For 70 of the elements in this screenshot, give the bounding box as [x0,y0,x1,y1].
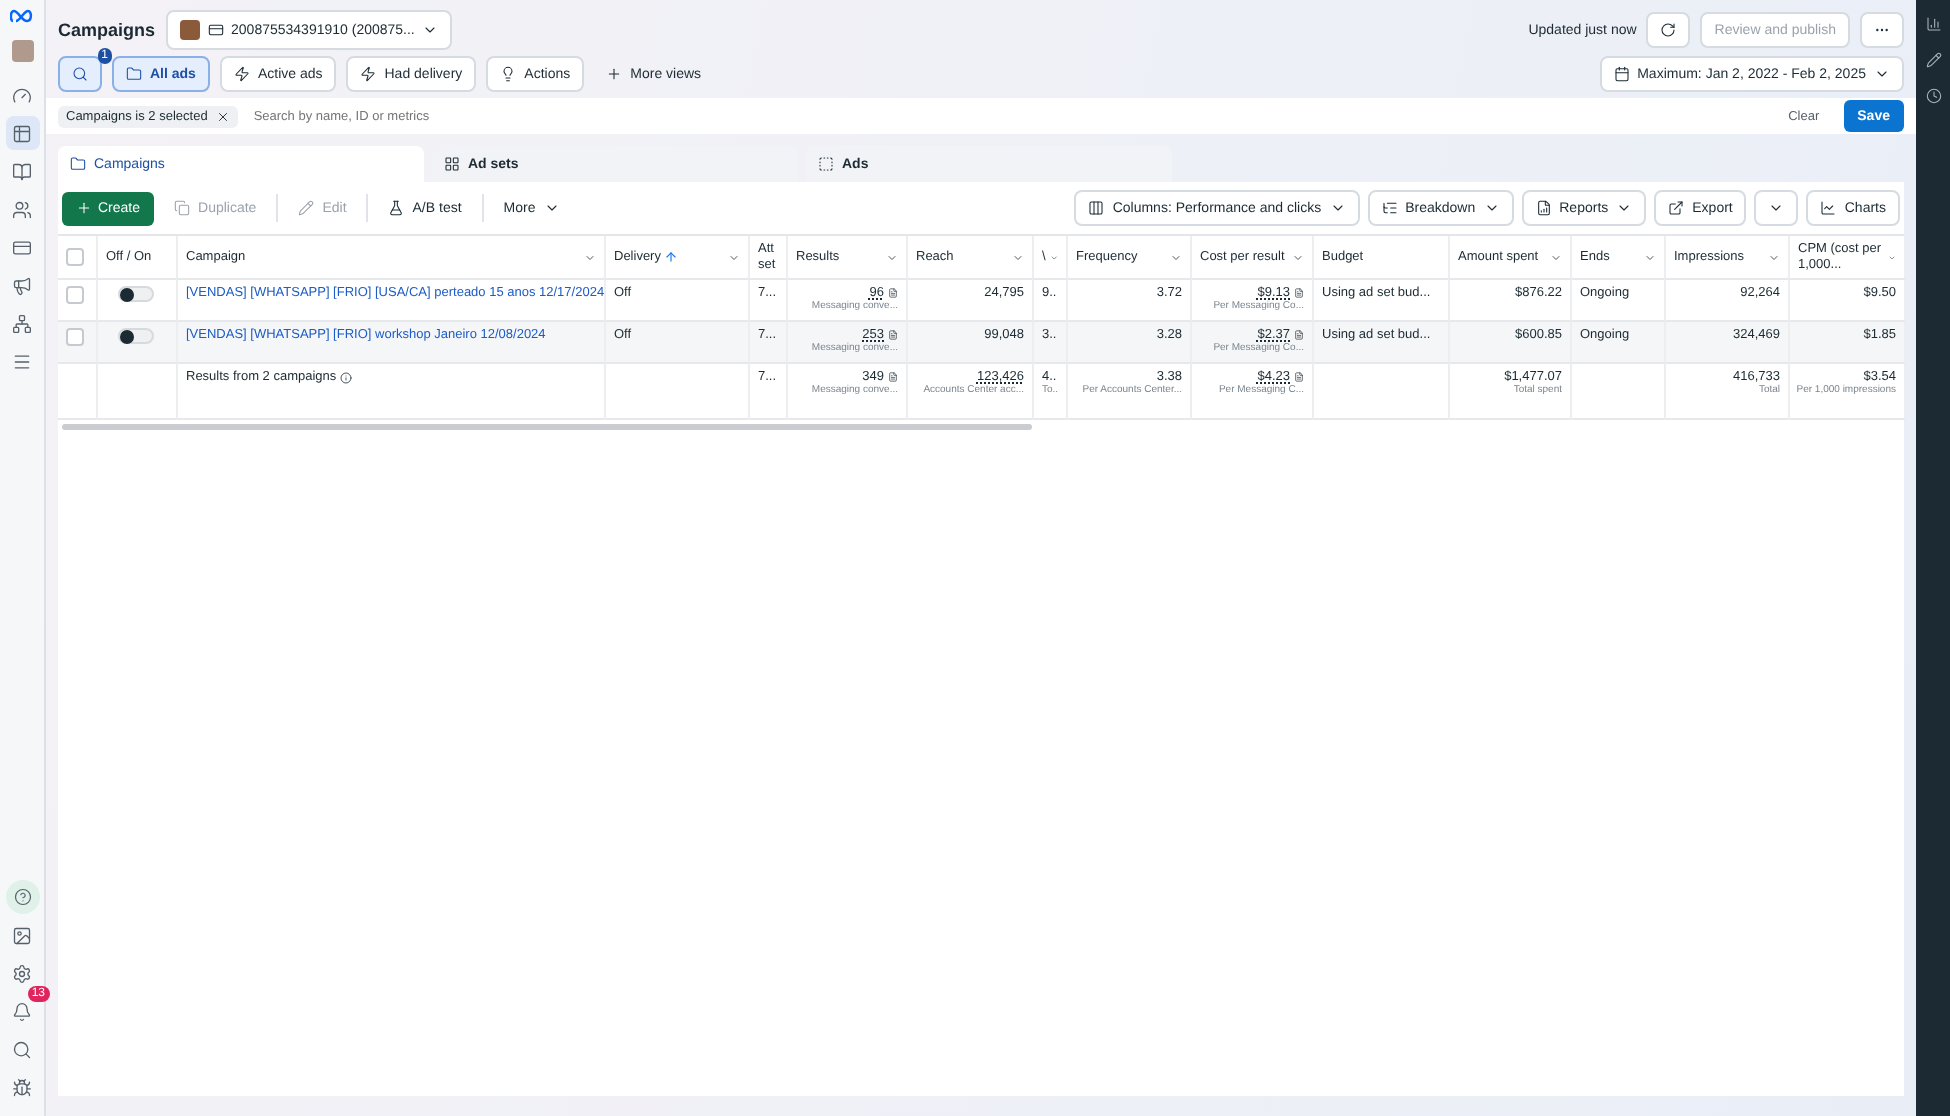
export-icon [1668,200,1685,216]
caret-icon[interactable] [1170,251,1182,263]
caret-icon[interactable] [1644,251,1656,263]
lightning-icon [233,66,250,82]
grid-icon [444,156,460,172]
lightbulb-icon [500,66,517,82]
clock-icon [1925,88,1941,104]
copy-icon [174,200,191,216]
checkbox[interactable] [66,248,84,266]
scrollbar[interactable] [62,424,1032,430]
columns-icon [1088,200,1105,216]
menu-icon [12,351,32,371]
bell-icon [12,1001,32,1021]
table-icon [12,123,32,143]
caret-icon [1616,200,1633,216]
caret-icon[interactable] [728,251,740,263]
report-icon [1535,200,1552,216]
pencil-icon [1925,52,1941,68]
card-icon [12,237,32,257]
lightning-icon [360,66,377,82]
book-icon [12,161,32,181]
folder-icon [126,66,142,82]
avatar[interactable] [11,40,33,62]
network-icon [12,313,32,333]
search-icon [72,66,88,82]
checkbox[interactable] [66,328,84,346]
caret-icon[interactable] [1012,251,1024,263]
flask-icon [388,200,405,216]
help-icon [13,888,31,906]
people-icon [12,199,32,219]
sort-icon[interactable] [664,250,679,264]
caret-icon[interactable] [1292,251,1304,263]
help-button[interactable] [5,880,39,914]
bug-icon [12,1077,32,1097]
caret-icon [422,22,439,38]
caret-icon [1329,200,1346,216]
calendar-icon [1613,66,1630,82]
info-icon [340,371,353,383]
caret-icon [1483,200,1500,216]
caret-icon[interactable] [1049,251,1058,263]
caret-icon [1874,66,1890,82]
account-avatar [179,20,200,40]
chart-icon [1820,200,1837,216]
refresh-button[interactable] [1646,12,1691,48]
toggle-switch[interactable] [118,286,154,302]
pencil-icon [298,200,315,216]
plus-icon [76,200,92,216]
settings-icon [12,963,32,983]
megaphone-icon [12,275,32,295]
caret-icon[interactable] [1550,251,1562,263]
refresh-icon [1660,22,1677,38]
search-button[interactable] [58,56,102,92]
toggle-switch[interactable] [118,328,154,344]
search-icon [12,1039,32,1059]
close-icon [215,109,230,123]
caret-icon [1768,200,1785,216]
caret-icon [543,200,560,216]
caret-icon[interactable] [1768,251,1780,263]
logo-icon[interactable] [10,8,34,24]
caret-icon[interactable] [886,251,898,263]
image-icon [12,925,32,945]
gauge-icon [12,85,32,105]
caret-icon[interactable] [584,251,596,263]
bar-chart-icon [1925,16,1941,32]
nav-item[interactable] [5,116,39,150]
list-icon [1381,200,1398,216]
checkbox[interactable] [66,286,84,304]
plus-icon [606,66,623,82]
folder-icon [70,156,86,172]
page-title: Campaigns [58,20,156,40]
